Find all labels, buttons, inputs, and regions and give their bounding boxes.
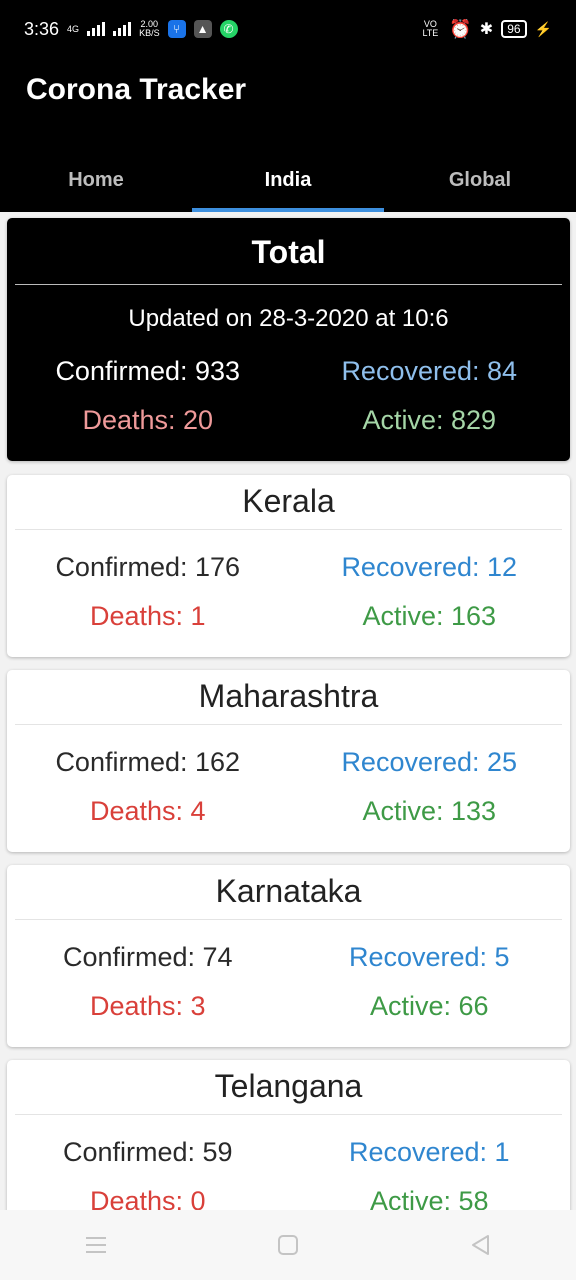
updated-text: Updated on 28-3-2020 at 10:6 (128, 305, 449, 332)
state-card-telangana[interactable]: Telangana Confirmed: 59 Recovered: 1 Dea… (7, 1060, 570, 1210)
total-active: Active: 829 (362, 405, 497, 435)
state-card-maharashtra[interactable]: Maharashtra Confirmed: 162 Recovered: 25… (7, 670, 570, 852)
state-name: Telangana (214, 1068, 363, 1104)
total-recovered: Recovered: 84 (341, 356, 518, 386)
system-nav-bar (0, 1210, 576, 1280)
signal-icon (87, 22, 106, 36)
tab-bar: Home India Global (0, 148, 576, 212)
menu-icon (86, 1237, 106, 1253)
total-stats: Confirmed: 933 Recovered: 84 Deaths: 20 … (7, 347, 570, 445)
state-confirmed: Confirmed: 59 (62, 1137, 233, 1167)
state-active: Active: 58 (369, 1186, 489, 1210)
total-card: Total Updated on 28-3-2020 at 10:6 Confi… (7, 218, 570, 461)
status-bar: 3:36 4G 2.00 KB/S ⑂ ▲ ✆ VO LTE ⏰ ✱ 96 ⚡ (0, 0, 576, 58)
tab-home[interactable]: Home (0, 148, 192, 212)
total-deaths: Deaths: 20 (82, 405, 214, 435)
state-name: Kerala (242, 483, 335, 519)
drive-icon: ▲ (193, 20, 212, 38)
state-stats: Confirmed: 162 Recovered: 25 Deaths: 4 A… (7, 738, 570, 836)
state-deaths: Deaths: 4 (89, 796, 206, 826)
content-scroll[interactable]: Total Updated on 28-3-2020 at 10:6 Confi… (0, 212, 576, 1210)
network-type: 4G (67, 23, 80, 34)
state-active: Active: 66 (369, 991, 489, 1021)
state-recovered: Recovered: 12 (341, 552, 518, 582)
state-confirmed: Confirmed: 162 (55, 747, 241, 777)
state-recovered: Recovered: 1 (348, 1137, 510, 1167)
whatsapp-icon: ✆ (219, 20, 238, 38)
net-speed-unit: KB/S (139, 28, 160, 38)
state-recovered: Recovered: 25 (341, 747, 518, 777)
back-icon (472, 1235, 489, 1255)
divider (15, 919, 562, 920)
home-button[interactable] (258, 1215, 318, 1275)
total-confirmed: Confirmed: 933 (55, 356, 241, 386)
app-title: Corona Tracker (26, 73, 247, 106)
battery-icon: 96 (501, 20, 527, 38)
menu-button[interactable] (66, 1215, 126, 1275)
state-stats: Confirmed: 176 Recovered: 12 Deaths: 1 A… (7, 543, 570, 641)
volte-label: VO LTE (422, 19, 439, 38)
state-deaths: Deaths: 3 (89, 991, 206, 1021)
state-name: Karnataka (215, 873, 362, 909)
alarm-icon: ⏰ (449, 18, 472, 39)
state-card-karnataka[interactable]: Karnataka Confirmed: 74 Recovered: 5 Dea… (7, 865, 570, 1047)
tab-global[interactable]: Global (384, 148, 576, 212)
signal-icon-2 (113, 22, 132, 36)
divider (15, 529, 562, 530)
tab-india[interactable]: India (192, 148, 384, 212)
total-title: Total (251, 234, 326, 270)
state-stats: Confirmed: 74 Recovered: 5 Deaths: 3 Act… (7, 933, 570, 1031)
state-deaths: Deaths: 1 (89, 601, 206, 631)
state-confirmed: Confirmed: 74 (62, 942, 233, 972)
state-card-kerala[interactable]: Kerala Confirmed: 176 Recovered: 12 Deat… (7, 475, 570, 657)
state-active: Active: 163 (362, 601, 497, 631)
back-button[interactable] (450, 1215, 510, 1275)
net-speed: 2.00 KB/S (139, 20, 160, 38)
app-bar: Corona Tracker Home India Global (0, 58, 576, 212)
charging-icon: ⚡ (534, 20, 552, 37)
state-recovered: Recovered: 5 (348, 942, 510, 972)
state-confirmed: Confirmed: 176 (55, 552, 241, 582)
status-time: 3:36 (24, 18, 60, 39)
state-name: Maharashtra (198, 678, 379, 714)
divider (15, 1114, 562, 1115)
bluetooth-icon: ✱ (479, 21, 494, 38)
divider (15, 284, 562, 285)
state-active: Active: 133 (362, 796, 497, 826)
state-stats: Confirmed: 59 Recovered: 1 Deaths: 0 Act… (7, 1128, 570, 1210)
divider (15, 724, 562, 725)
state-deaths: Deaths: 0 (89, 1186, 206, 1210)
usb-icon: ⑂ (167, 20, 186, 38)
home-icon (278, 1235, 298, 1255)
